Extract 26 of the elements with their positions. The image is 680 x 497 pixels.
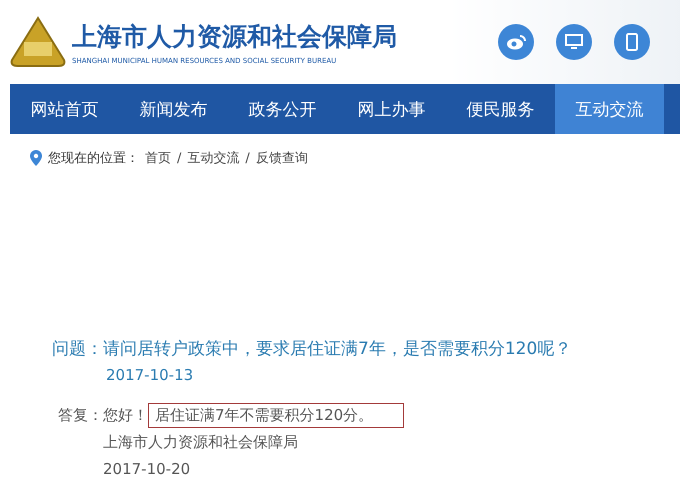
emblem-logo [10,16,66,68]
nav-tab[interactable]: 新闻发布 [119,84,228,134]
monitor-icon[interactable] [556,24,592,60]
nav-tab[interactable]: 网上办事 [337,84,446,134]
nav-tab[interactable]: 便民服务 [446,84,555,134]
breadcrumb-link[interactable]: 首页 [145,149,171,167]
question-label: 问题： [52,338,103,360]
nav-tab[interactable]: 互动交流 [555,84,664,134]
nav-tab[interactable]: 政务公开 [228,84,337,134]
question-date: 2017-10-13 [106,366,194,384]
breadcrumb-separator: / [177,150,182,166]
site-title: 上海市人力资源和社会保障局 [72,20,397,52]
weibo-icon[interactable] [498,24,534,60]
answer-date: 2017-10-20 [103,460,192,478]
breadcrumb-label: 您现在的位置： [48,150,139,167]
breadcrumb-link[interactable]: 反馈查询 [256,149,308,167]
breadcrumb-separator: / [245,150,250,166]
answer-label: 答复： [58,406,103,426]
answer-signature: 上海市人力资源和社会保障局 [103,433,299,452]
phone-icon[interactable] [614,24,650,60]
answer-greeting: 您好！ [103,406,148,425]
answer-text: 居住证满7年不需要积分120分。 [148,403,404,428]
breadcrumb-link[interactable]: 互动交流 [187,149,240,167]
question-text: 请问居转户政策中，要求居住证满7年，是否需要积分120呢？ [103,338,572,360]
location-pin-icon [30,150,42,166]
nav-tab[interactable]: 网站首页 [10,84,119,134]
